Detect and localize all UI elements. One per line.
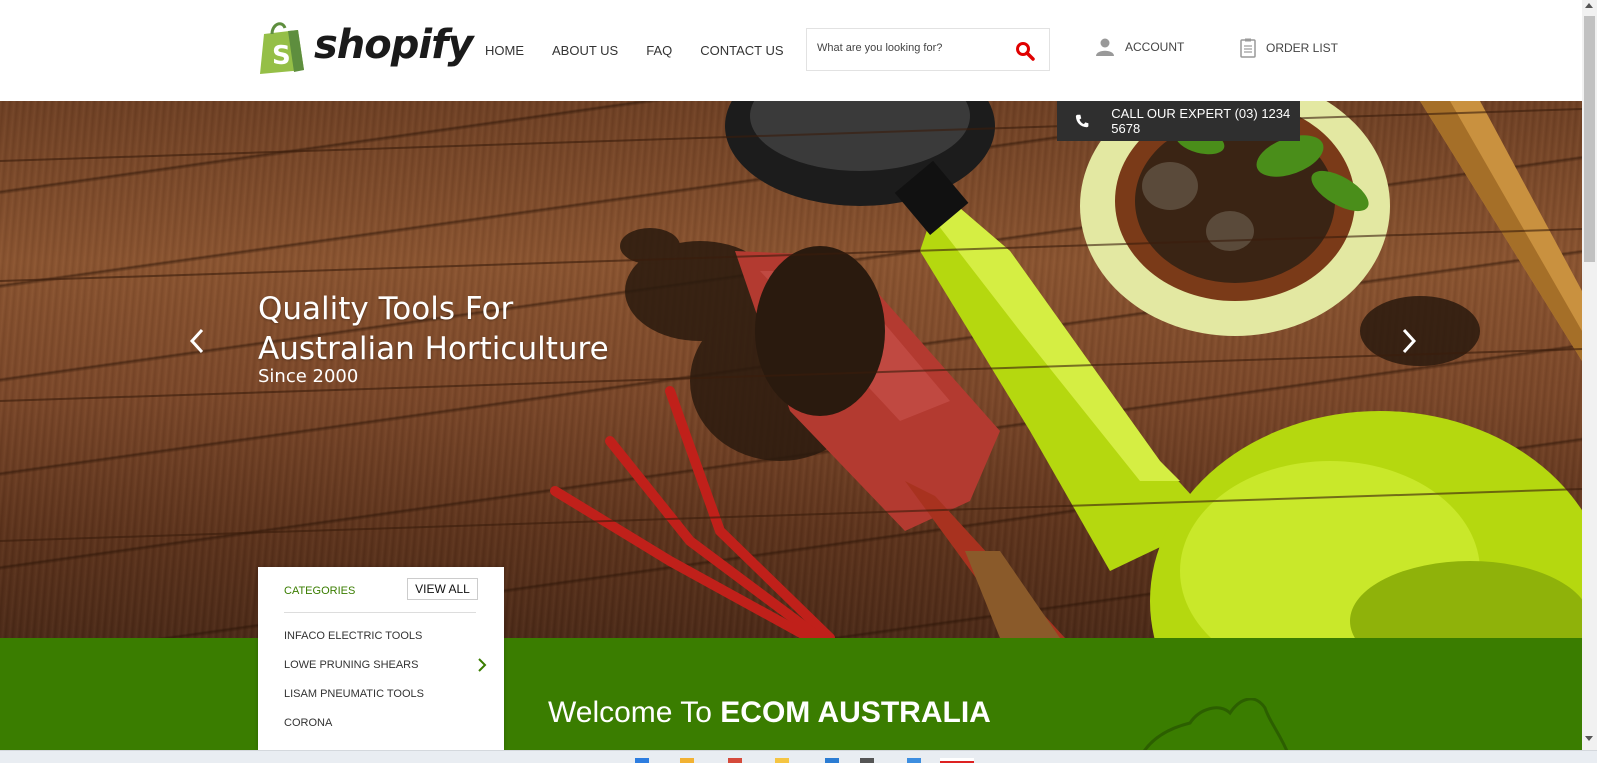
nav-about-us[interactable]: ABOUT US [552,43,618,58]
australia-map-outline [1138,698,1292,758]
slider-prev-arrow-icon[interactable] [183,326,213,356]
svg-text:S: S [272,41,291,71]
browser-icon[interactable] [940,758,974,763]
phone-icon [1075,114,1089,128]
logo-text: shopify [314,22,474,68]
chevron-right-icon[interactable] [476,658,488,672]
hero-slider: Quality Tools For Australian Horticultur… [0,101,1582,638]
app-icon[interactable] [860,758,874,763]
nav-home[interactable]: HOME [485,43,524,58]
call-expert-bar[interactable]: CALL OUR EXPERT (03) 1234 5678 [1057,101,1300,141]
app-icon[interactable] [728,758,742,763]
edge-icon[interactable] [825,758,839,763]
search-input[interactable] [817,42,997,54]
scrollbar-thumb[interactable] [1584,16,1595,262]
scroll-down-arrow-icon[interactable] [1585,736,1593,741]
welcome-prefix: Welcome To [548,696,721,729]
welcome-band [0,638,1582,758]
shopify-logo[interactable]: S shopify [258,20,474,74]
hero-subtitle: Since 2000 [258,366,359,387]
app-icon[interactable] [907,758,921,763]
search-icon[interactable] [1015,41,1035,61]
nav-faq[interactable]: FAQ [646,43,672,58]
welcome-heading: Welcome To ECOM AUSTRALIA [548,696,991,730]
welcome-brand: ECOM AUSTRALIA [720,696,991,729]
category-item-corona[interactable]: CORONA [284,717,332,729]
os-taskbar [0,750,1597,763]
user-icon [1096,38,1114,56]
order-list-label: ORDER LIST [1266,41,1339,55]
view-all-button[interactable]: VIEW ALL [407,578,478,600]
divider [284,612,476,613]
site-header: S shopify HOME ABOUT US FAQ CONTACT US A… [0,0,1582,101]
hero-title-line2: Australian Horticulture [258,331,609,367]
search-box [806,28,1050,71]
categories-heading: CATEGORIES [284,585,356,597]
hero-title: Quality Tools For Australian Horticultur… [258,289,609,369]
nav-contact-us[interactable]: CONTACT US [700,43,783,58]
category-item-lisam[interactable]: LISAM PNEUMATIC TOOLS [284,688,424,700]
slider-next-arrow-icon[interactable] [1393,326,1423,356]
categories-panel: CATEGORIES VIEW ALL INFACO ELECTRIC TOOL… [258,567,504,750]
order-list-link[interactable]: ORDER LIST [1240,38,1338,58]
category-item-infaco[interactable]: INFACO ELECTRIC TOOLS [284,630,422,642]
call-expert-text: CALL OUR EXPERT (03) 1234 5678 [1111,106,1291,136]
hero-title-line1: Quality Tools For [258,291,514,327]
main-nav: HOME ABOUT US FAQ CONTACT US [485,43,812,58]
hero-image [0,101,1582,638]
clipboard-icon [1240,38,1256,58]
scroll-up-arrow-icon[interactable] [1585,3,1593,8]
start-icon[interactable] [635,758,649,763]
folder-icon[interactable] [680,758,694,763]
shopping-bag-icon: S [260,22,304,74]
account-link[interactable]: ACCOUNT [1095,38,1184,56]
app-icon[interactable] [775,758,789,763]
account-label: ACCOUNT [1125,40,1185,54]
category-item-lowe[interactable]: LOWE PRUNING SHEARS [284,659,418,671]
